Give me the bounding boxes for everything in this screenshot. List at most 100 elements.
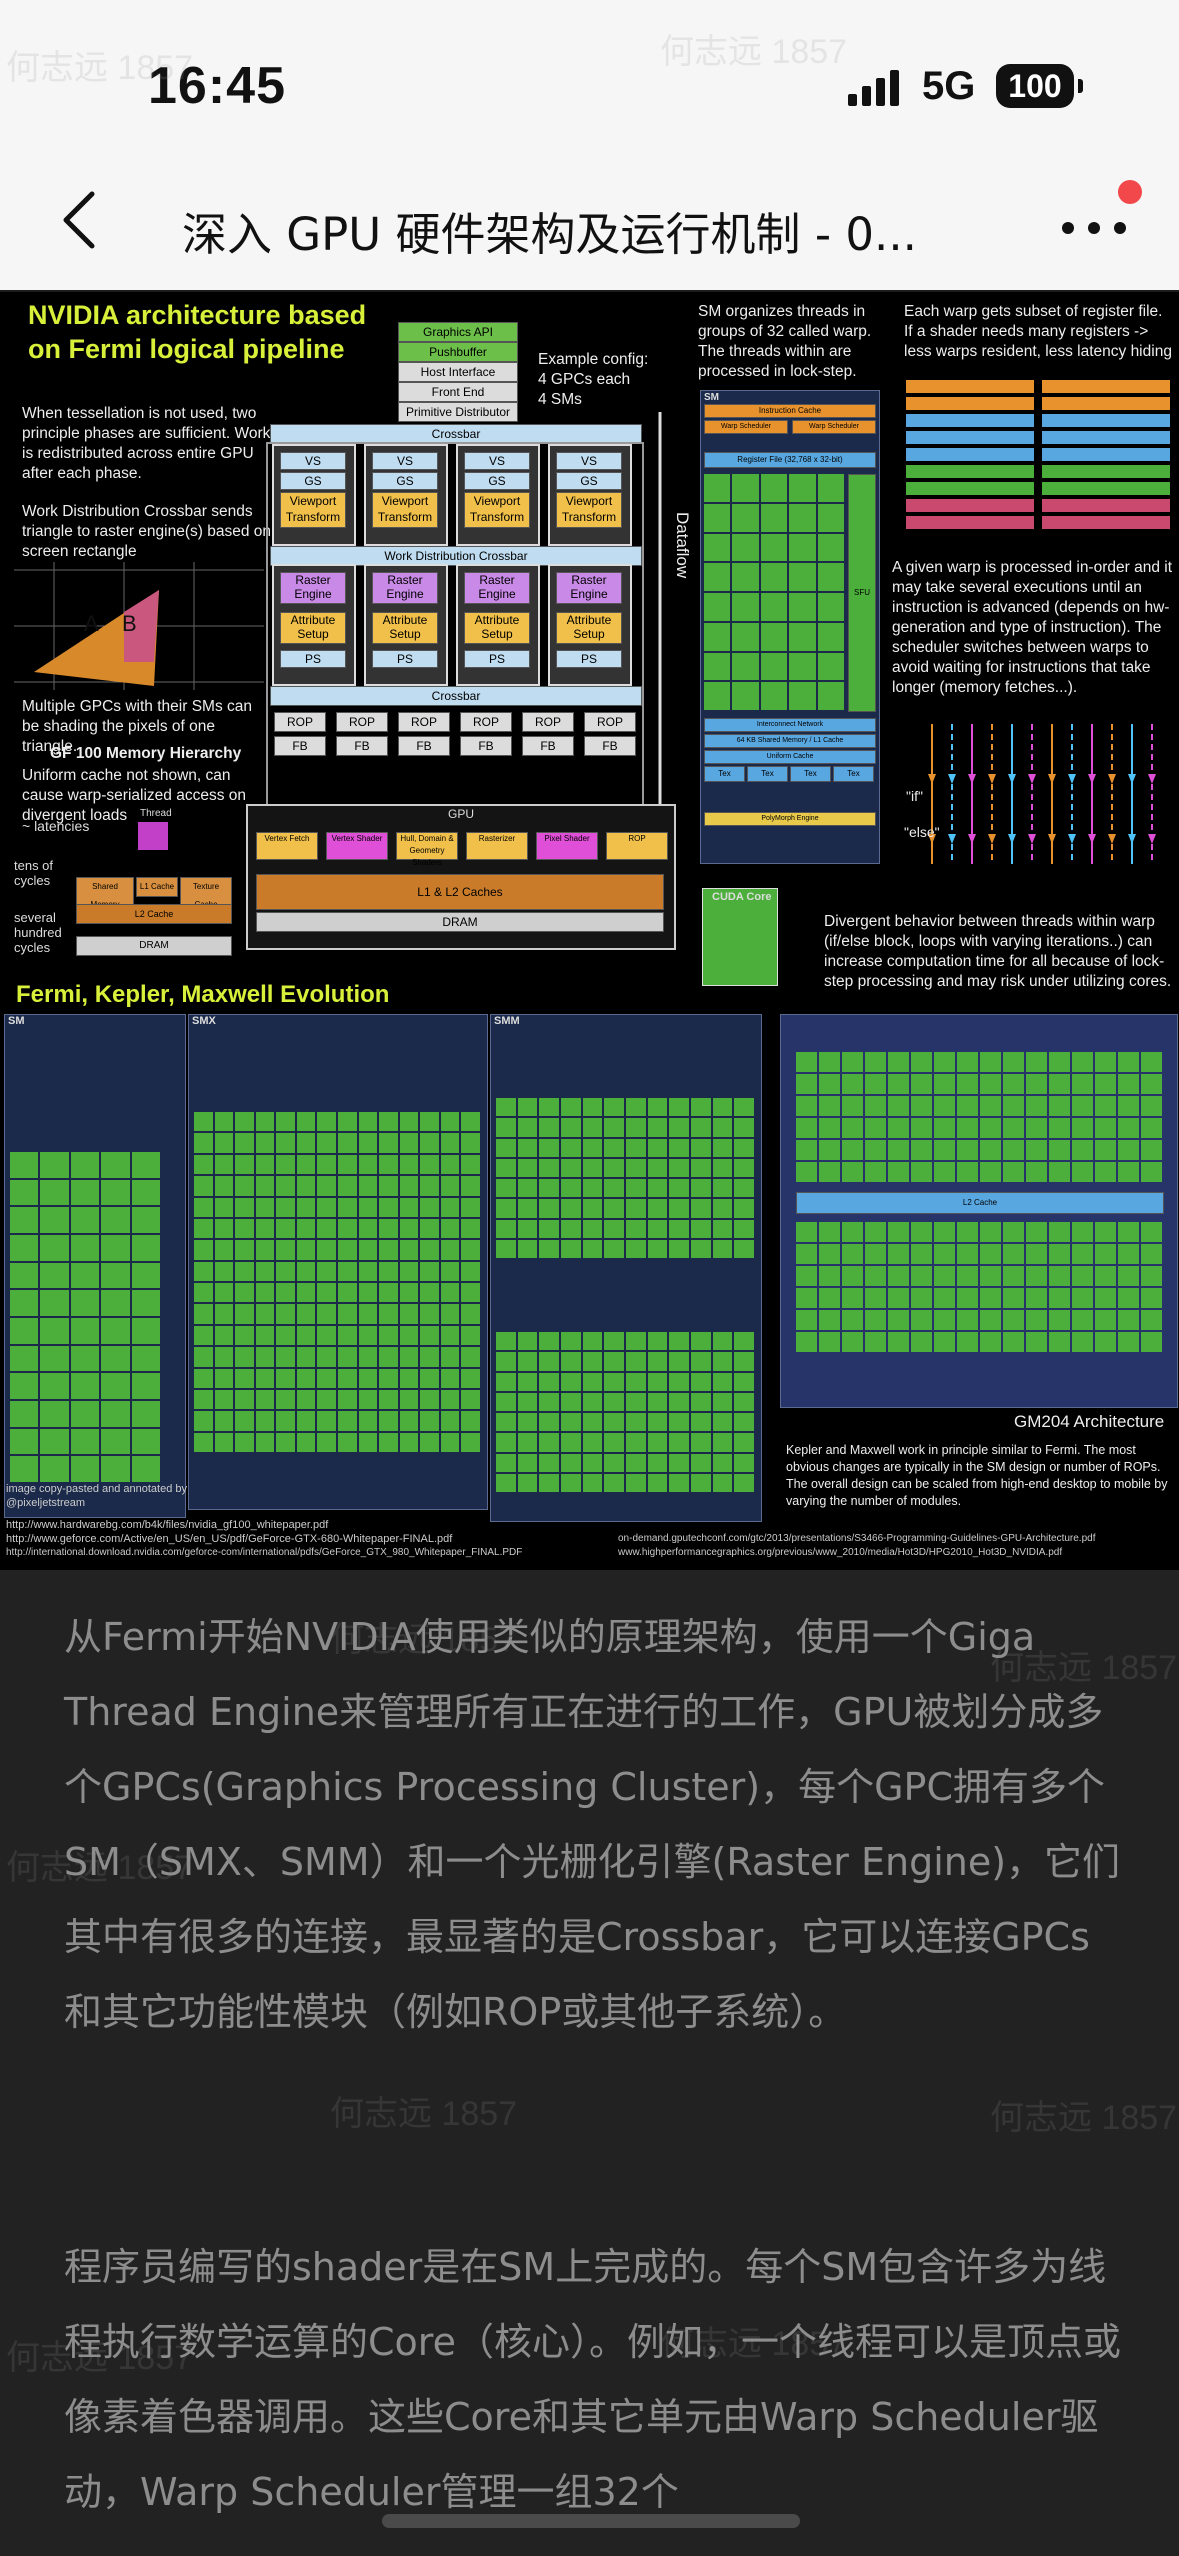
core-cell [214,1154,234,1175]
core-cell [1118,1162,1139,1182]
stage-host-interface: Host Interface [398,362,518,382]
core-cell [420,1197,439,1217]
core-cell [732,474,759,502]
core-cell [732,682,759,710]
core-cell [582,1433,603,1452]
core-cell [255,1347,275,1367]
core-cell [461,1325,480,1346]
core-cell [40,1262,69,1289]
core-cell [131,1262,160,1289]
warp-row [1042,414,1170,427]
core-cell [789,563,816,591]
core-cell [934,1332,955,1352]
core-cell [1072,1244,1093,1264]
gpu-stage: Vertex Shader [326,832,388,860]
core-cell [358,1432,378,1452]
fb-unit: FB [584,736,636,756]
core-cell [10,1317,39,1344]
core-cell [296,1197,316,1217]
core-cell [604,1453,624,1472]
core-cell [1026,1266,1047,1286]
raster-engine: Raster Engine [372,572,438,604]
notification-dot [1118,180,1142,204]
core-cell [276,1218,295,1239]
core-cell [1095,1310,1116,1330]
core-cell [337,1197,357,1217]
core-cell [842,1074,863,1094]
core-cell [461,1432,480,1452]
core-cell [539,1138,559,1157]
core-cell [690,1098,711,1117]
core-cell [819,1222,840,1242]
warp-register-text: Each warp gets subset of register file. … [904,303,1172,360]
home-indicator[interactable] [382,2514,800,2528]
core-cell [539,1392,559,1411]
core-cell [796,1266,817,1286]
core-cell [358,1304,378,1324]
core-cell [276,1154,295,1175]
core-cell [1026,1096,1047,1116]
core-cell [789,652,816,681]
core-cell [101,1262,130,1289]
core-cell [911,1052,932,1072]
core-cell [865,1096,886,1116]
gpu-stage: Hull, Domain & Geometry Shaders [396,832,458,867]
core-cell [358,1197,378,1217]
core-cell [760,563,788,591]
cuda-core-label: CUDA Core [712,891,772,903]
core-cell [214,1218,234,1239]
core-cell [934,1222,955,1242]
warp-row [1042,499,1170,512]
core-cell [276,1197,295,1217]
dataflow-label: Dataflow [673,512,692,579]
core-cell [625,1473,646,1492]
core-cell [539,1118,559,1137]
core-cell [690,1138,711,1157]
core-cell [957,1244,978,1264]
core-cell [276,1368,295,1388]
core-cell [817,622,844,651]
core-cell [911,1244,932,1264]
crossbar-top: Crossbar [270,424,642,444]
core-cell [625,1239,646,1258]
core-cell [560,1098,581,1117]
core-cell [10,1152,39,1178]
core-cell [131,1345,160,1372]
core-cell [734,1219,754,1238]
core-cell [934,1162,955,1182]
gpu-stage: Vertex Fetch [256,832,318,860]
core-cell [70,1207,100,1233]
core-cell [399,1218,419,1239]
core-cell [461,1112,480,1132]
core-cell [131,1317,160,1344]
fb-unit: FB [460,736,512,756]
core-cell [317,1218,336,1239]
core-cell [539,1199,559,1218]
core-cell [461,1176,480,1196]
core-cell [399,1176,419,1196]
core-cell [1141,1052,1162,1072]
core-cell [296,1240,316,1260]
core-cell [40,1317,69,1344]
core-cell [10,1373,39,1399]
core-cell [296,1283,316,1303]
gm204-l2-cache: L2 Cache [796,1192,1164,1214]
core-cell [865,1118,886,1138]
core-cell [1118,1074,1139,1094]
core-cell [760,622,788,651]
core-cell [496,1332,516,1351]
core-cell [560,1372,581,1391]
core-cell [461,1197,480,1217]
core-cell [131,1290,160,1316]
more-options-icon[interactable] [1062,222,1126,236]
core-cell [440,1368,460,1388]
core-cell [131,1400,160,1427]
back-icon[interactable] [58,190,102,250]
warp-row [906,431,1034,444]
core-cell [690,1473,711,1492]
core-cell [582,1392,603,1411]
core-cell [669,1332,689,1351]
core-cell [539,1433,559,1452]
core-cell [582,1179,603,1198]
warp-row [1042,516,1170,529]
